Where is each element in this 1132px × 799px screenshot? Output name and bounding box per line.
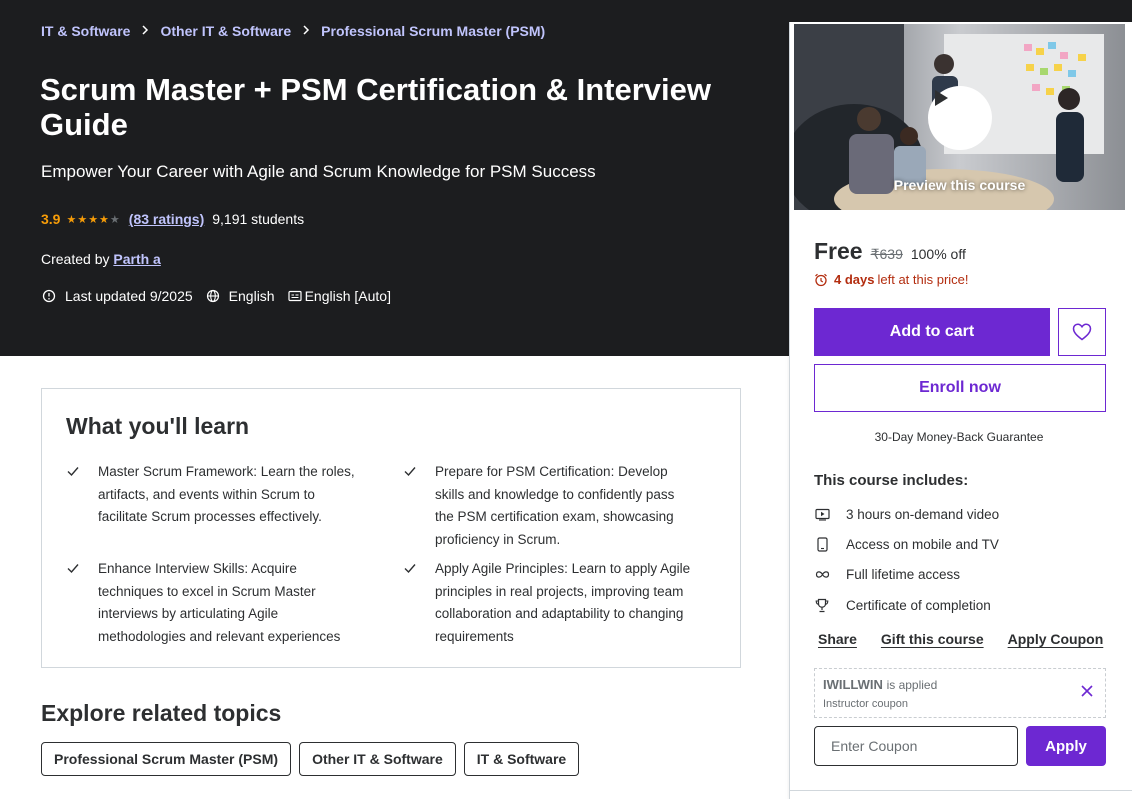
rating-value: 3.9 (41, 211, 61, 227)
topic-other-it-software[interactable]: Other IT & Software (299, 742, 456, 776)
alert-badge-icon (41, 288, 57, 304)
infinity-icon (814, 566, 830, 582)
learn-item: Master Scrum Framework: Learn the roles,… (66, 461, 356, 529)
breadcrumb-other-it-software[interactable]: Other IT & Software (160, 23, 291, 39)
related-topics: Professional Scrum Master (PSM) Other IT… (41, 742, 580, 776)
course-preview[interactable]: Preview this course (794, 24, 1125, 210)
breadcrumb-it-software[interactable]: IT & Software (41, 23, 130, 39)
created-by-label: Created by (41, 251, 110, 267)
share-button[interactable]: Share (818, 631, 857, 647)
add-to-cart-button[interactable]: Add to cart (814, 308, 1050, 356)
topic-it-software[interactable]: IT & Software (463, 742, 580, 776)
includes-title: This course includes: (814, 472, 969, 489)
close-icon[interactable] (1079, 683, 1095, 699)
check-icon (404, 564, 416, 574)
apply-coupon-button[interactable]: Apply (1026, 726, 1106, 766)
coupon-code: IWILLWIN (823, 677, 883, 692)
preview-label: Preview this course (893, 177, 1026, 193)
check-icon (404, 467, 416, 477)
money-back-guarantee: 30-Day Money-Back Guarantee (874, 430, 1044, 444)
students-count: 9,191 students (212, 211, 305, 227)
learn-item: Prepare for PSM Certification: Develop s… (403, 461, 693, 551)
coupon-input[interactable] (814, 726, 1018, 766)
original-price: ₹639 (870, 246, 903, 262)
learn-item: Apply Agile Principles: Learn to apply A… (403, 558, 693, 648)
learn-title: What you'll learn (66, 413, 250, 439)
enroll-now-button[interactable]: Enroll now (814, 364, 1106, 412)
ratings-count-link[interactable]: (83 ratings) (129, 211, 204, 227)
chevron-right-icon (301, 24, 311, 38)
instructor-link[interactable]: Parth a (113, 251, 160, 267)
play-icon (935, 90, 948, 106)
course-title: Scrum Master + PSM Certification & Inter… (40, 72, 711, 142)
applied-coupon: IWILLWIN is applied Instructor coupon (814, 668, 1106, 718)
mobile-icon (814, 536, 830, 552)
play-button[interactable] (928, 86, 992, 150)
breadcrumb-psm[interactable]: Professional Scrum Master (PSM) (321, 23, 545, 39)
purchase-sidebar: Preview this course Free ₹639 100% off 4… (789, 22, 1132, 799)
include-item-certificate: Certificate of completion (814, 597, 991, 613)
learn-item: Enhance Interview Skills: Acquire techni… (66, 558, 356, 648)
gift-course-button[interactable]: Gift this course (881, 631, 984, 647)
captions-icon (287, 288, 303, 304)
heart-icon (1072, 323, 1092, 341)
timer-days: 4 days (834, 272, 875, 287)
what-you-learn-box: What you'll learn Master Scrum Framework… (41, 388, 741, 668)
breadcrumb: IT & Software Other IT & Software Profes… (41, 23, 545, 39)
topic-psm[interactable]: Professional Scrum Master (PSM) (41, 742, 292, 776)
wishlist-button[interactable] (1058, 308, 1106, 356)
star-rating-icon: ★★★★★ (66, 213, 121, 226)
captions: English [Auto] (287, 288, 391, 304)
coupon-type: Instructor coupon (823, 698, 908, 710)
globe-icon (205, 288, 221, 304)
check-icon (67, 564, 79, 574)
created-by: Created by Parth a (41, 251, 161, 267)
timer-text: left at this price! (877, 272, 969, 287)
last-updated: Last updated 9/2025 (41, 288, 193, 304)
coupon-applied-label: is applied (886, 678, 938, 692)
price-timer: 4 days left at this price! (814, 272, 969, 287)
price-row: Free ₹639 100% off (814, 238, 966, 265)
language: English (205, 288, 275, 304)
sidebar-actions: Share Gift this course Apply Coupon (818, 631, 1103, 647)
trophy-icon (814, 597, 830, 613)
discount-percent: 100% off (910, 246, 966, 262)
course-meta: Last updated 9/2025 English English [Aut… (41, 288, 403, 304)
rating-row: 3.9 ★★★★★ (83 ratings) 9,191 students (41, 211, 304, 227)
include-item-lifetime: Full lifetime access (814, 566, 960, 582)
sidebar-divider (790, 790, 1132, 791)
explore-title: Explore related topics (41, 700, 282, 726)
course-subtitle: Empower Your Career with Agile and Scrum… (41, 162, 596, 181)
include-item-mobile: Access on mobile and TV (814, 536, 999, 552)
check-icon (67, 467, 79, 477)
current-price: Free (814, 238, 863, 264)
chevron-right-icon (140, 24, 150, 38)
apply-coupon-link[interactable]: Apply Coupon (1008, 631, 1104, 647)
alarm-icon (815, 273, 827, 286)
coupon-applied-text: IWILLWIN is applied (823, 677, 937, 692)
include-item-video: 3 hours on-demand video (814, 506, 999, 522)
video-icon (814, 506, 830, 522)
